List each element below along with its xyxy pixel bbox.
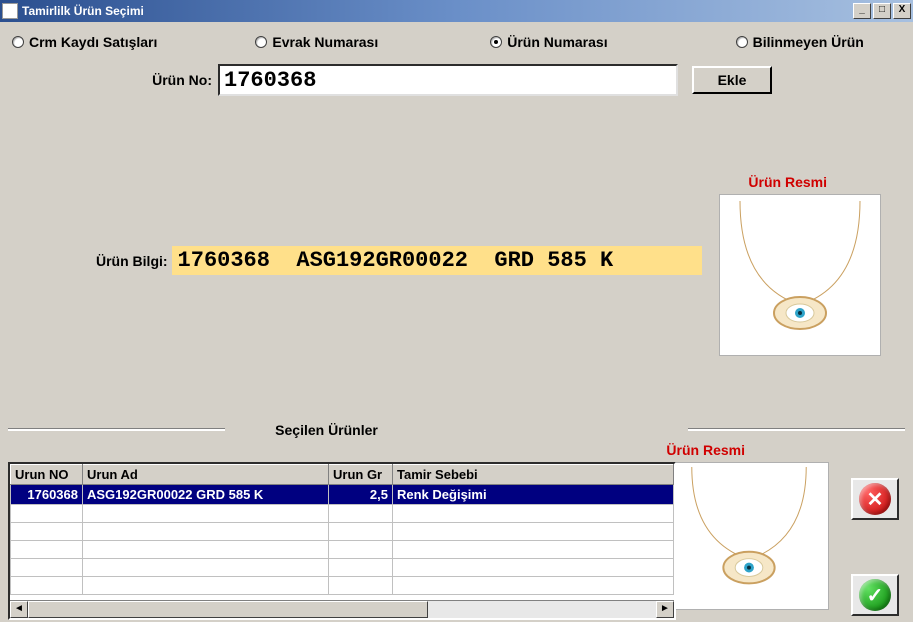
radio-dot-icon [12, 36, 24, 48]
ok-icon: ✓ [859, 579, 891, 611]
cell-urun-ad: ASG192GR00022 GRD 585 K [83, 485, 329, 505]
urun-bilgi-label: Ürün Bilgi: [96, 253, 168, 269]
cancel-button[interactable]: ✕ [851, 478, 899, 520]
radio-dot-icon [255, 36, 267, 48]
necklace-icon [670, 463, 828, 609]
cell-urun-gr: 2,5 [329, 485, 393, 505]
col-urun-no[interactable]: Urun NO [11, 465, 83, 485]
product-image-bottom [669, 462, 829, 610]
cancel-icon: ✕ [859, 483, 891, 515]
table-row[interactable] [11, 523, 674, 541]
close-button[interactable]: X [893, 3, 911, 19]
horizontal-scrollbar[interactable]: ◄ ► [10, 600, 674, 618]
urun-no-label: Ürün No: [8, 72, 218, 88]
radio-bilinmeyen-label: Bilinmeyen Ürün [753, 34, 864, 50]
window-buttons: _ □ X [853, 3, 911, 19]
titlebar: Tamirlilk Ürün Seçimi _ □ X [0, 0, 913, 22]
radio-crm-label: Crm Kaydı Satışları [29, 34, 157, 50]
ok-button[interactable]: ✓ [851, 574, 899, 616]
separator: Seçilen Ürünler [8, 422, 905, 438]
secilen-label: Seçilen Ürünler [265, 422, 388, 438]
urun-bilgi-value: 1760368 ASG192GR00022 GRD 585 K [172, 246, 702, 275]
maximize-button[interactable]: □ [873, 3, 891, 19]
minimize-button[interactable]: _ [853, 3, 871, 19]
selected-products-grid[interactable]: Urun NO Urun Ad Urun Gr Tamir Sebebi 176… [8, 462, 676, 620]
filter-radio-group: Crm Kaydı Satışları Evrak Numarası Ürün … [8, 30, 905, 60]
necklace-icon [720, 195, 880, 355]
scroll-left-icon[interactable]: ◄ [10, 601, 28, 618]
scroll-thumb[interactable] [28, 601, 428, 618]
radio-urun[interactable]: Ürün Numarası [490, 34, 607, 50]
table-row[interactable] [11, 541, 674, 559]
radio-urun-label: Ürün Numarası [507, 34, 607, 50]
cell-tamir-sebebi: Renk Değişimi [393, 485, 674, 505]
product-image-top [719, 194, 881, 356]
table-row[interactable] [11, 577, 674, 595]
col-urun-gr[interactable]: Urun Gr [329, 465, 393, 485]
window-title: Tamirlilk Ürün Seçimi [22, 4, 853, 18]
radio-evrak[interactable]: Evrak Numarası [255, 34, 378, 50]
ekle-button[interactable]: Ekle [692, 66, 772, 94]
radio-crm[interactable]: Crm Kaydı Satışları [12, 34, 157, 50]
table-row[interactable]: 1760368 ASG192GR00022 GRD 585 K 2,5 Renk… [11, 485, 674, 505]
table-row[interactable] [11, 505, 674, 523]
col-tamir-sebebi[interactable]: Tamir Sebebi [393, 465, 674, 485]
cell-urun-no: 1760368 [11, 485, 83, 505]
radio-evrak-label: Evrak Numarası [272, 34, 378, 50]
radio-dot-icon [736, 36, 748, 48]
col-urun-ad[interactable]: Urun Ad [83, 465, 329, 485]
radio-bilinmeyen[interactable]: Bilinmeyen Ürün [736, 34, 864, 50]
app-icon [2, 3, 18, 19]
urun-no-input[interactable] [218, 64, 678, 96]
urun-resmi-label-bottom: Ürün Resmi [666, 442, 745, 458]
table-row[interactable] [11, 559, 674, 577]
urun-resmi-label-top: Ürün Resmi [748, 174, 827, 190]
scroll-right-icon[interactable]: ► [656, 601, 674, 618]
radio-dot-icon [490, 36, 502, 48]
